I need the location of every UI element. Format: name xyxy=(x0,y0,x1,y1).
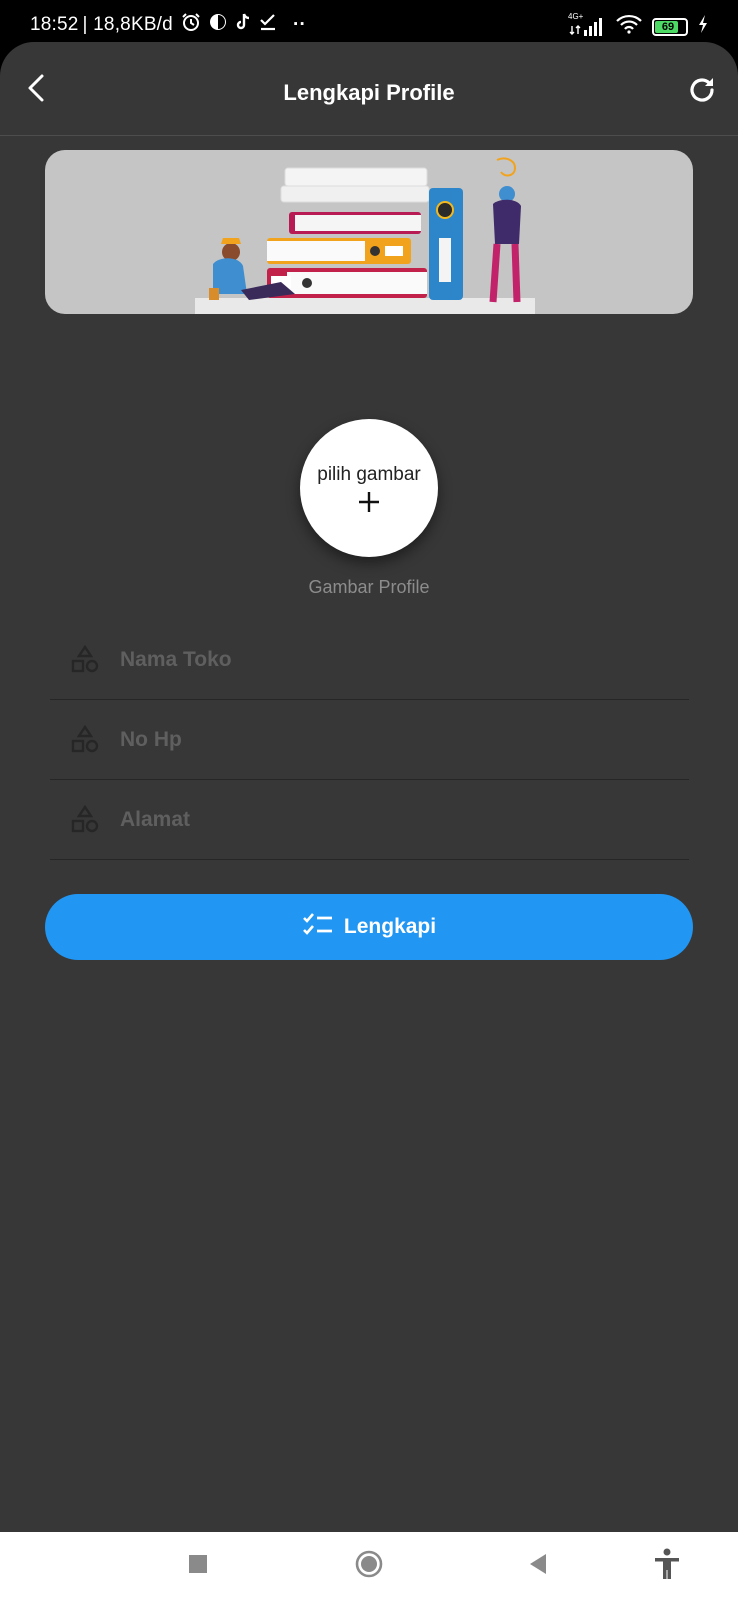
address-input[interactable] xyxy=(120,789,689,850)
battery-icon: 69 xyxy=(652,17,688,36)
avatar-picker-label: pilih gambar xyxy=(317,463,421,485)
home-button[interactable] xyxy=(349,1546,389,1586)
phone-field xyxy=(50,700,689,780)
signal-icon: 4G+ xyxy=(568,12,606,38)
square-icon xyxy=(188,1554,208,1579)
address-field xyxy=(50,780,689,860)
plus-icon xyxy=(357,490,381,519)
status-time: 18:52 xyxy=(30,14,79,35)
avatar-caption: Gambar Profile xyxy=(308,577,430,597)
wifi-icon xyxy=(616,14,642,39)
app-notification-icon xyxy=(209,13,227,37)
alarm-icon xyxy=(181,12,201,38)
status-right: 4G+ 69 xyxy=(568,12,708,39)
app-screen: Lengkapi Profile pilih gambar Gambar Pro… xyxy=(0,42,738,1532)
shapes-icon xyxy=(70,644,100,675)
store-name-field xyxy=(50,620,689,700)
system-back-button[interactable] xyxy=(518,1546,558,1586)
submit-label: Lengkapi xyxy=(343,915,437,938)
submit-button[interactable]: Lengkapi xyxy=(45,894,693,960)
shapes-icon xyxy=(70,804,100,835)
avatar-picker-button[interactable]: pilih gambar xyxy=(300,419,438,557)
page-title: Lengkapi Profile xyxy=(283,80,455,105)
accessibility-icon xyxy=(653,1548,681,1585)
status-more-dots: ·· xyxy=(292,14,306,35)
recents-button[interactable] xyxy=(178,1546,218,1586)
status-net-speed: | 18,8KB/d xyxy=(82,14,173,35)
app-bar: Lengkapi Profile xyxy=(0,42,738,136)
tiktok-icon xyxy=(235,13,251,37)
system-nav-bar xyxy=(0,1532,738,1600)
status-bar: 18:52 | 18,8KB/d ·· 4G+ 69 xyxy=(0,0,738,48)
phone-input[interactable] xyxy=(120,709,689,770)
accessibility-button[interactable] xyxy=(647,1546,687,1586)
refresh-icon xyxy=(686,74,718,111)
refresh-button[interactable] xyxy=(680,70,724,114)
download-done-icon xyxy=(259,13,277,37)
status-left: 18:52 | 18,8KB/d ·· xyxy=(30,12,306,38)
store-name-input[interactable] xyxy=(120,629,689,690)
home-circle-icon xyxy=(354,1549,384,1584)
checklist-icon xyxy=(302,912,334,943)
charging-icon xyxy=(698,15,708,38)
banner-illustration xyxy=(45,150,693,314)
battery-level: 69 xyxy=(661,20,675,33)
back-triangle-icon xyxy=(528,1553,548,1580)
shapes-icon xyxy=(70,724,100,755)
